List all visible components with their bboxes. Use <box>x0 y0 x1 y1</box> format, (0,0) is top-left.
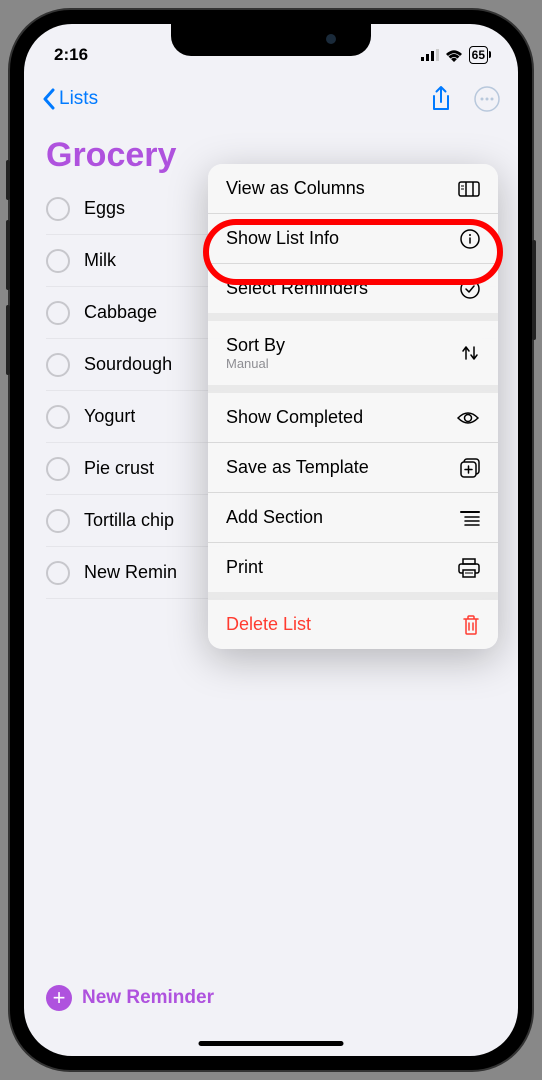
wifi-icon <box>445 49 463 62</box>
notch <box>171 24 371 56</box>
home-indicator[interactable] <box>199 1041 344 1046</box>
menu-label: Delete List <box>226 614 311 635</box>
menu-print[interactable]: Print <box>208 543 498 600</box>
menu-select-reminders[interactable]: Select Reminders <box>208 264 498 321</box>
menu-label: Save as Template <box>226 457 369 478</box>
list-indent-icon <box>460 510 480 526</box>
checkbox-circle[interactable] <box>46 353 70 377</box>
checkbox-circle[interactable] <box>46 405 70 429</box>
checkbox-circle[interactable] <box>46 249 70 273</box>
menu-save-as-template[interactable]: Save as Template <box>208 443 498 493</box>
menu-sublabel: Manual <box>226 356 285 371</box>
plus-icon: + <box>46 985 72 1011</box>
checkbox-circle[interactable] <box>46 457 70 481</box>
reminder-text: Tortilla chip <box>84 510 174 531</box>
reminder-text: Yogurt <box>84 406 135 427</box>
menu-label: Print <box>226 557 263 578</box>
reminder-text: Sourdough <box>84 354 172 375</box>
reminder-text: Pie crust <box>84 458 154 479</box>
eye-icon <box>456 410 480 426</box>
checkbox-circle[interactable] <box>46 197 70 221</box>
share-icon[interactable] <box>430 85 452 113</box>
menu-sort-by[interactable]: Sort By Manual <box>208 321 498 393</box>
nav-bar: Lists <box>24 74 518 124</box>
columns-icon <box>458 181 480 197</box>
reminder-text: Cabbage <box>84 302 157 323</box>
menu-label: Select Reminders <box>226 278 368 299</box>
menu-label: View as Columns <box>226 178 365 199</box>
chevron-left-icon <box>42 88 55 110</box>
reminder-text: Milk <box>84 250 116 271</box>
checkbox-circle[interactable] <box>46 509 70 533</box>
checkbox-circle[interactable] <box>46 301 70 325</box>
checkbox-circle[interactable] <box>46 561 70 585</box>
new-reminder-label: New Reminder <box>82 987 214 1009</box>
new-reminder-button[interactable]: + New Reminder <box>46 985 214 1011</box>
more-icon[interactable] <box>474 86 500 112</box>
menu-add-section[interactable]: Add Section <box>208 493 498 543</box>
back-button[interactable]: Lists <box>42 88 98 110</box>
menu-label: Show Completed <box>226 407 363 428</box>
cellular-icon <box>421 49 439 61</box>
screen: 2:16 65 Lists Grocery Eggs Milk Cabbage … <box>24 24 518 1056</box>
menu-label: Add Section <box>226 507 323 528</box>
menu-label: Show List Info <box>226 228 339 249</box>
menu-view-as-columns[interactable]: View as Columns <box>208 164 498 214</box>
menu-label: Sort By <box>226 335 285 356</box>
checkmark-circle-icon <box>460 279 480 299</box>
printer-icon <box>458 558 480 578</box>
trash-icon <box>462 615 480 635</box>
sort-arrows-icon <box>460 343 480 363</box>
phone-frame: 2:16 65 Lists Grocery Eggs Milk Cabbage … <box>10 10 532 1070</box>
status-time: 2:16 <box>54 45 88 65</box>
menu-show-completed[interactable]: Show Completed <box>208 393 498 443</box>
reminder-text: Eggs <box>84 198 125 219</box>
back-label: Lists <box>59 88 98 110</box>
reminder-text: New Remin <box>84 562 177 583</box>
menu-delete-list[interactable]: Delete List <box>208 600 498 649</box>
menu-show-list-info[interactable]: Show List Info <box>208 214 498 264</box>
battery-icon: 65 <box>469 46 488 64</box>
info-icon <box>460 229 480 249</box>
context-menu: View as Columns Show List Info Select Re… <box>208 164 498 649</box>
plus-square-icon <box>460 458 480 478</box>
